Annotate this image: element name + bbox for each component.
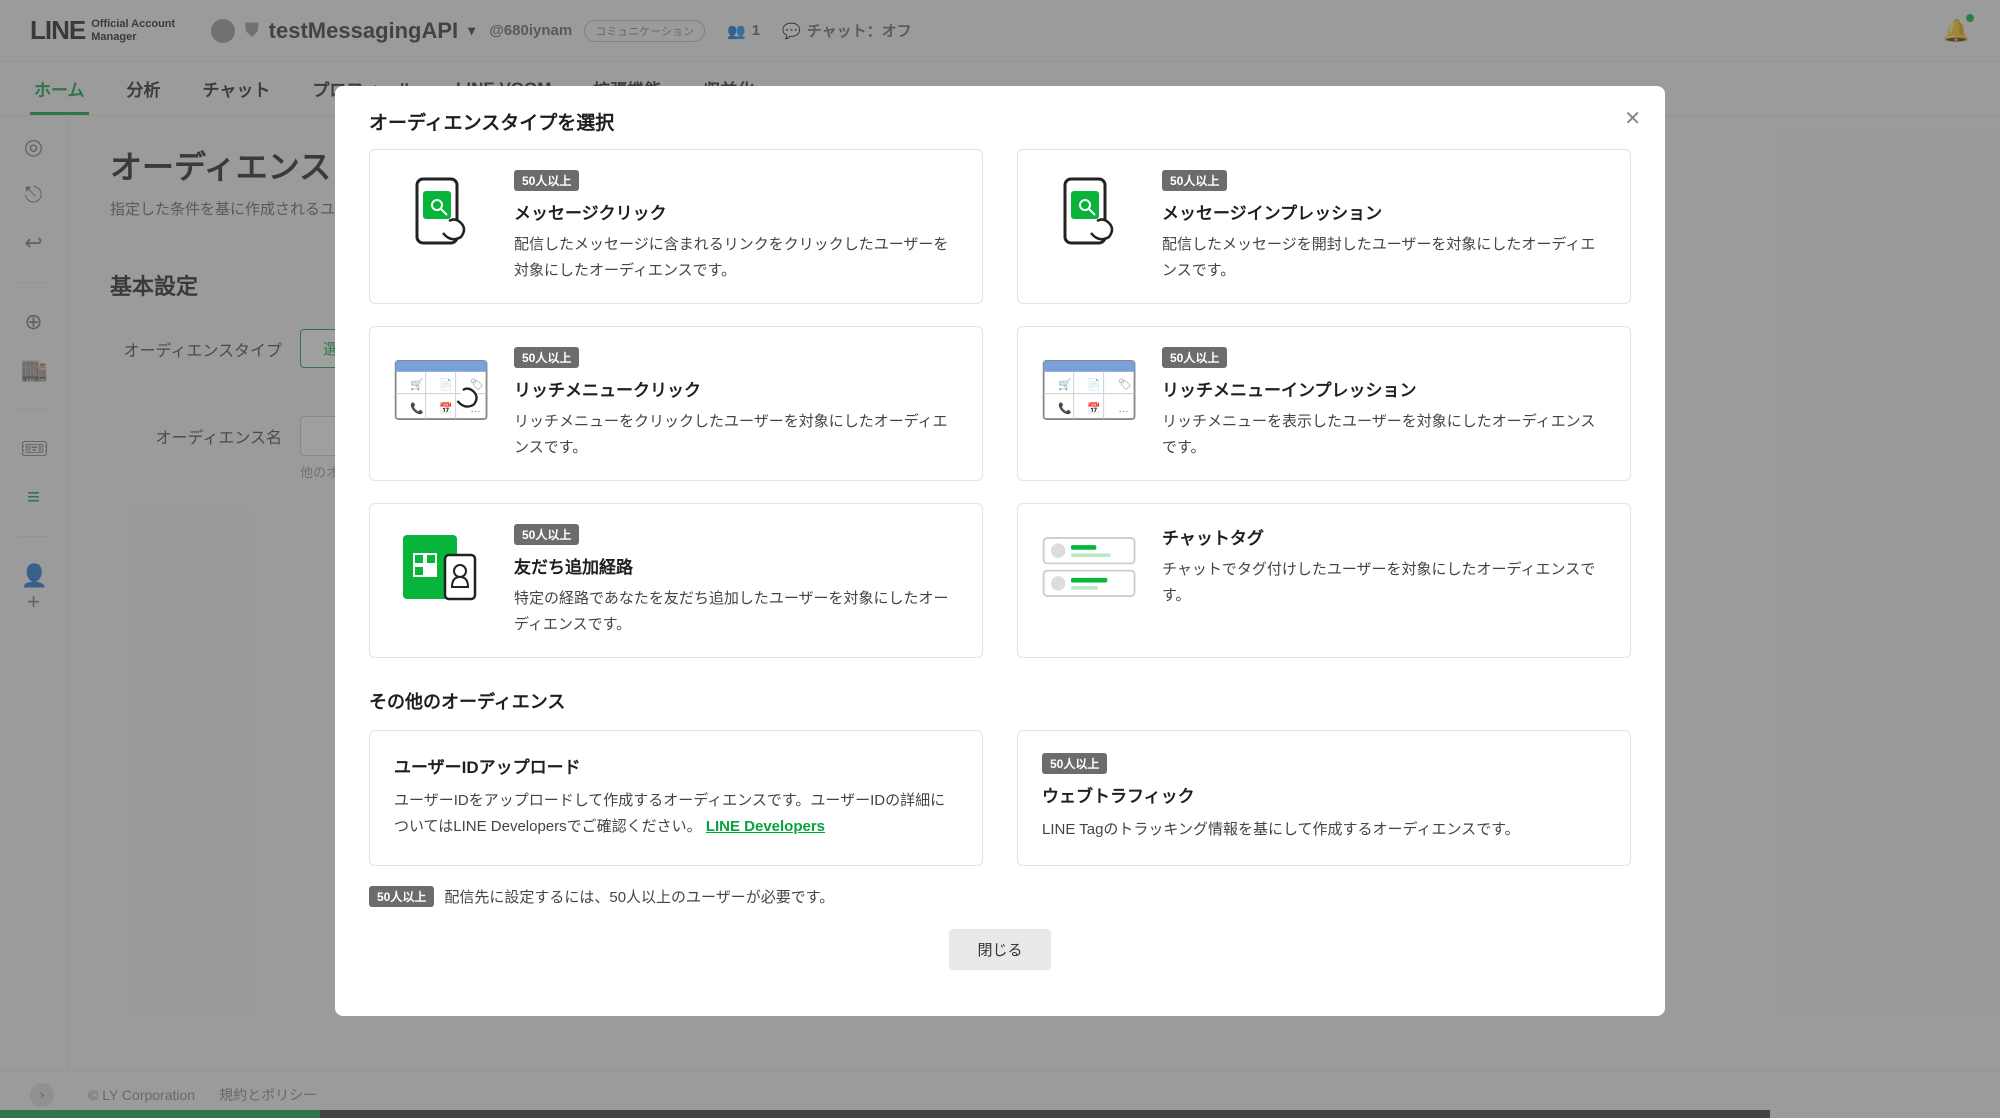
card-desc: リッチメニューをクリックしたユーザーを対象にしたオーディエンスです。 [514, 409, 960, 460]
badge-50: 50人以上 [1042, 753, 1107, 774]
svg-text:🏷: 🏷 [1118, 378, 1132, 391]
card-title: チャットタグ [1162, 524, 1608, 549]
card-title: メッセージインプレッション [1162, 199, 1608, 224]
card-thumb-icon: 🛒 📄 🏷 📞 📅 … [1040, 347, 1140, 433]
svg-text:📄: 📄 [1087, 378, 1101, 391]
svg-text:🛒: 🛒 [1058, 378, 1072, 391]
badge-50: 50人以上 [514, 347, 579, 368]
badge-50: 50人以上 [514, 524, 579, 545]
card-desc: チャットでタグ付けしたユーザーを対象にしたオーディエンスです。 [1162, 557, 1608, 608]
card-desc: リッチメニューを表示したユーザーを対象にしたオーディエンスです。 [1162, 409, 1608, 460]
audience-type-card[interactable]: 50人以上メッセージインプレッション配信したメッセージを開封したユーザーを対象に… [1017, 149, 1631, 304]
card-thumb-icon [392, 524, 492, 610]
audience-type-card[interactable]: 50人以上友だち追加経路特定の経路であなたを友だち追加したユーザーを対象にしたオ… [369, 503, 983, 658]
svg-text:📅: 📅 [1087, 402, 1101, 415]
svg-text:📅: 📅 [439, 402, 453, 415]
badge-50: 50人以上 [1162, 347, 1227, 368]
card-desc: 配信したメッセージに含まれるリンクをクリックしたユーザーを対象にしたオーディエン… [514, 232, 960, 283]
card-thumb-icon: 🛒📄🏷📞📅… [392, 347, 492, 433]
card-thumb-icon [1040, 170, 1140, 256]
card-title: 友だち追加経路 [514, 553, 960, 578]
card-title: ウェブトラフィック [1042, 782, 1606, 807]
audience-type-card[interactable]: チャットタグチャットでタグ付けしたユーザーを対象にしたオーディエンスです。 [1017, 503, 1631, 658]
card-desc: LINE Tagのトラッキング情報を基にして作成するオーディエンスです。 [1042, 817, 1606, 843]
modal-close-button[interactable]: 閉じる [949, 929, 1050, 970]
audience-type-card[interactable]: 🛒📄🏷📞📅…50人以上リッチメニュークリックリッチメニューをクリックしたユーザー… [369, 326, 983, 481]
min-users-note: 50人以上 配信先に設定するには、50人以上のユーザーが必要です。 [369, 886, 1631, 907]
card-title: リッチメニュークリック [514, 376, 960, 401]
card-title: メッセージクリック [514, 199, 960, 224]
modal-title: オーディエンスタイプを選択 [369, 108, 614, 135]
modal-overlay: オーディエンスタイプを選択 ✕ 50人以上メッセージクリック配信したメッセージに… [0, 0, 2000, 1118]
audience-type-card[interactable]: ユーザーIDアップロードユーザーIDをアップロードして作成するオーディエンスです… [369, 730, 983, 866]
svg-text:🛒: 🛒 [410, 378, 424, 391]
badge-50: 50人以上 [369, 886, 434, 907]
badge-50: 50人以上 [514, 170, 579, 191]
card-thumb-icon [1040, 524, 1140, 610]
audience-type-card[interactable]: 50人以上メッセージクリック配信したメッセージに含まれるリンクをクリックしたユー… [369, 149, 983, 304]
svg-text:📞: 📞 [1058, 401, 1072, 415]
svg-text:📄: 📄 [439, 378, 453, 391]
card-thumb-icon [392, 170, 492, 256]
svg-text:…: … [1118, 403, 1129, 415]
card-desc: 特定の経路であなたを友だち追加したユーザーを対象にしたオーディエンスです。 [514, 586, 960, 637]
card-desc: 配信したメッセージを開封したユーザーを対象にしたオーディエンスです。 [1162, 232, 1608, 283]
audience-type-modal: オーディエンスタイプを選択 ✕ 50人以上メッセージクリック配信したメッセージに… [335, 86, 1665, 1016]
other-audiences-heading: その他のオーディエンス [369, 688, 1631, 714]
audience-type-card[interactable]: 50人以上ウェブトラフィック LINE Tagのトラッキング情報を基にして作成する… [1017, 730, 1631, 866]
badge-50: 50人以上 [1162, 170, 1227, 191]
audience-type-card[interactable]: 🛒 📄 🏷 📞 📅 … 50人以上リッチメニューインプレッションリッチメニューを表示したユー… [1017, 326, 1631, 481]
card-title: ユーザーIDアップロード [394, 753, 958, 778]
line-developers-link[interactable]: LINE Developers [706, 818, 825, 835]
card-title: リッチメニューインプレッション [1162, 376, 1608, 401]
modal-close-icon[interactable]: ✕ [1624, 106, 1641, 131]
svg-text:📞: 📞 [410, 401, 424, 415]
card-desc: ユーザーIDをアップロードして作成するオーディエンスです。ユーザーIDの詳細につ… [394, 788, 958, 839]
